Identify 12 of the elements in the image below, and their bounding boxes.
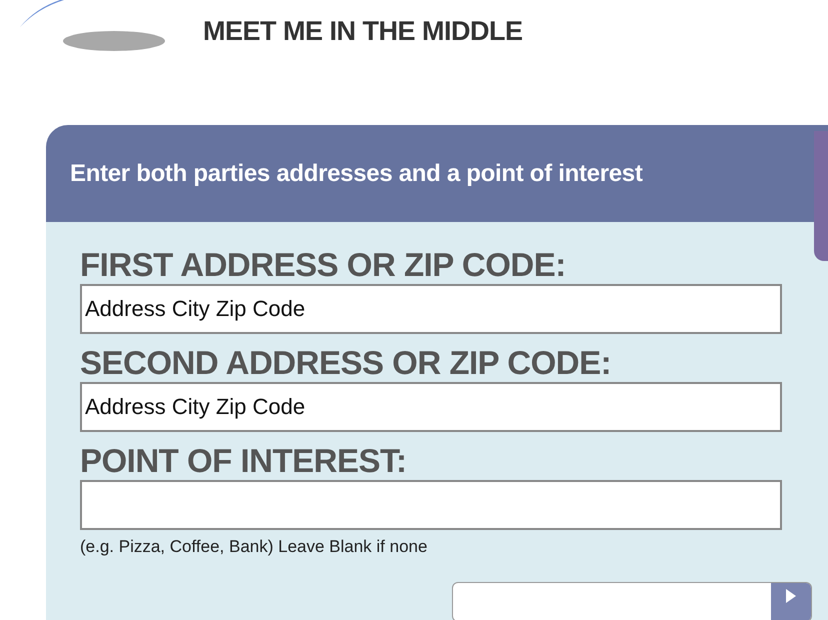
swoosh-icon: [18, 0, 66, 28]
shadow-icon: [62, 30, 166, 52]
hint-text: (e.g. Pizza, Coffee, Bank) Leave Blank if none: [80, 536, 428, 558]
panel-heading: Enter both parties addresses and a point of interest: [70, 158, 643, 188]
field-label: FIRST ADDRESS OR ZIP CODE:: [80, 246, 567, 284]
field-label: POINT OF INTEREST:: [80, 442, 408, 480]
address-field[interactable]: Address City Zip Code: [80, 284, 782, 334]
submit-button[interactable]: [452, 582, 812, 620]
address-field[interactable]: Address City Zip Code: [80, 382, 782, 432]
address-field[interactable]: [80, 480, 782, 530]
field-label: SECOND ADDRESS OR ZIP CODE:: [80, 344, 612, 382]
logo-tagline: MEET ME IN THE MIDDLE: [203, 15, 522, 47]
